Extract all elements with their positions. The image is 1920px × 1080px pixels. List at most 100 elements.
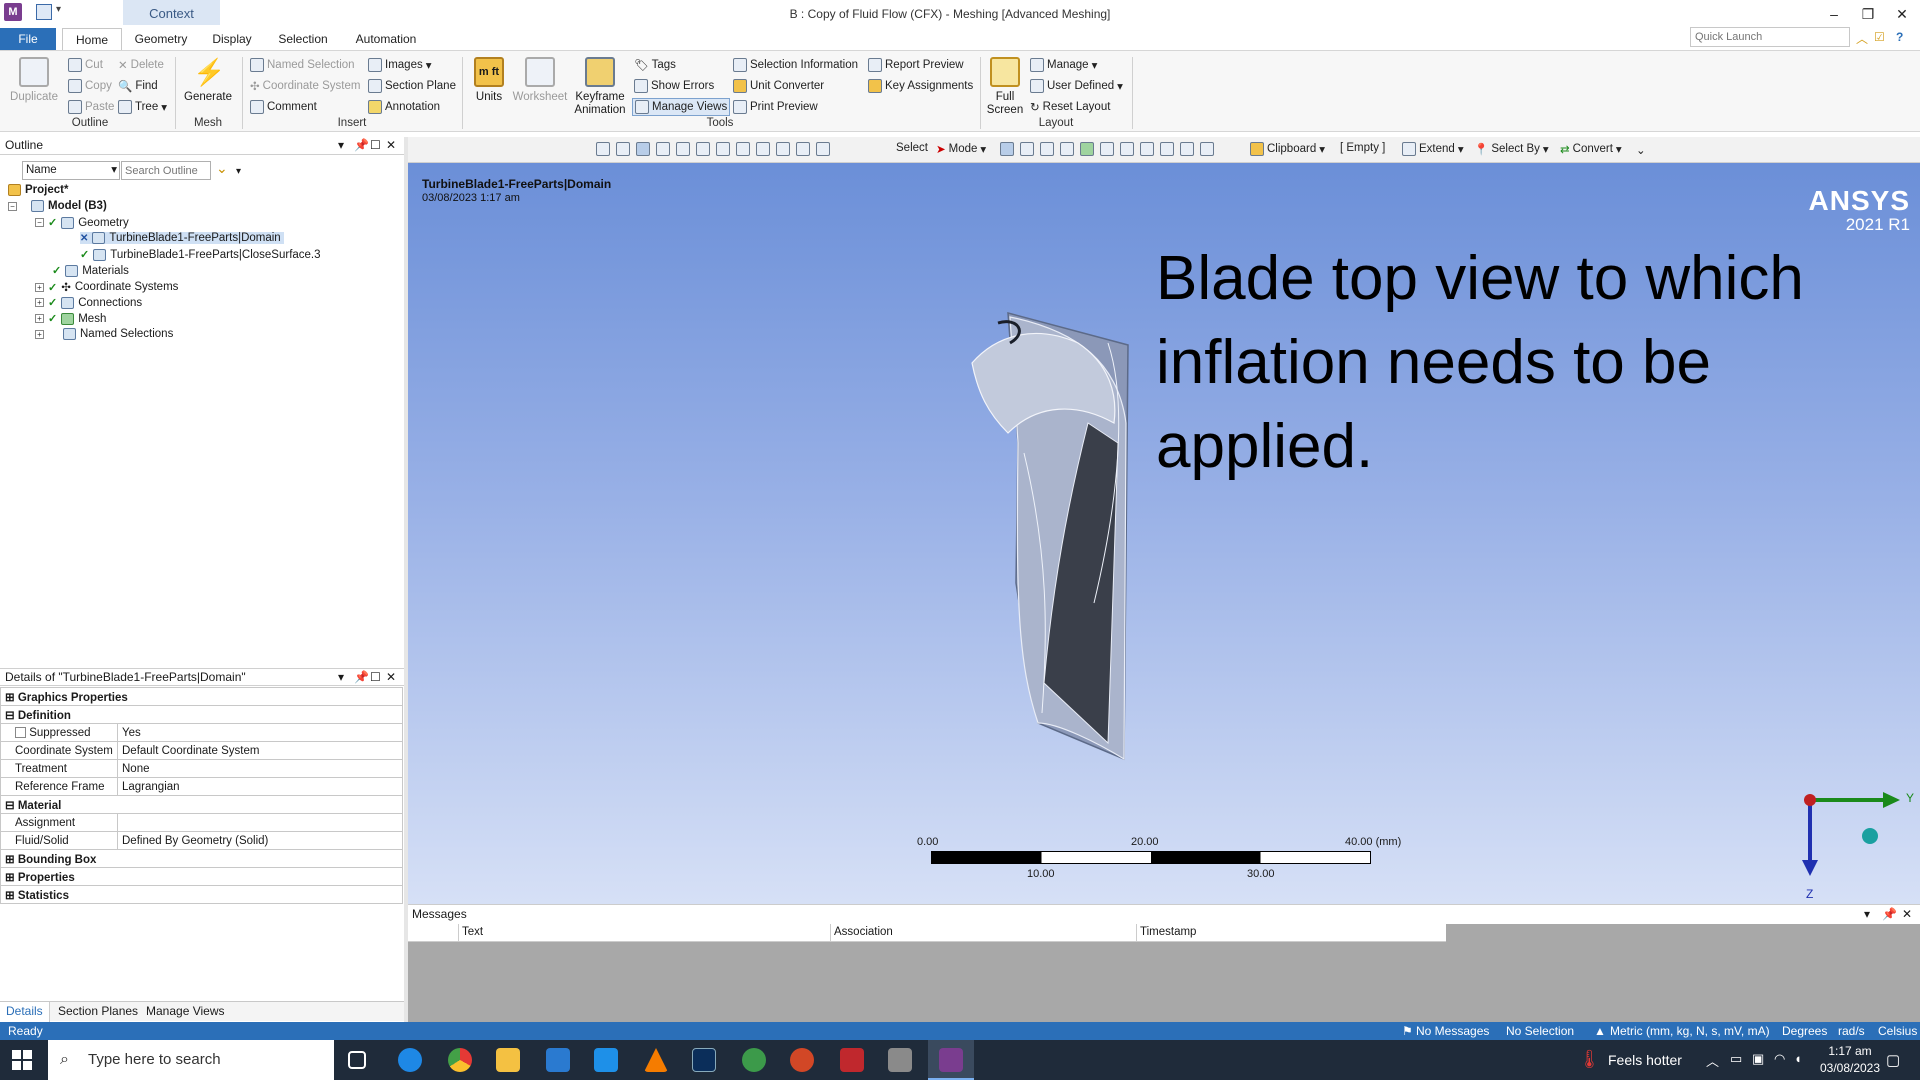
name-filter-select[interactable]: Name ▾: [22, 161, 120, 180]
expand-icon[interactable]: +: [35, 282, 44, 292]
generate-button[interactable]: ⚡ Generate: [182, 57, 234, 104]
look-at-icon[interactable]: [696, 142, 710, 156]
named-selection-button[interactable]: Named Selection: [250, 58, 355, 72]
tab-home[interactable]: Home: [62, 28, 122, 50]
network-icon[interactable]: ▭: [1730, 1051, 1742, 1067]
taskbar-search-box[interactable]: ⌕ Type here to search: [48, 1040, 334, 1080]
pin-icon[interactable]: 📌: [354, 137, 369, 154]
status-units[interactable]: Metric (mm, kg, N, s, mV, mA): [1610, 1022, 1770, 1040]
keyframe-animation-button[interactable]: Keyframe Animation: [570, 57, 630, 117]
volume-icon[interactable]: ◖: [1794, 1051, 1802, 1066]
panel-menu-icon[interactable]: ▾: [338, 669, 344, 686]
delete-button[interactable]: ✕ Delete: [118, 58, 164, 72]
pin-icon[interactable]: 📌: [1882, 905, 1897, 923]
expand-icon[interactable]: +: [35, 298, 44, 307]
tags-button[interactable]: 🏷 Tags: [634, 58, 676, 72]
tab-geometry[interactable]: Geometry: [128, 28, 194, 50]
full-screen-button[interactable]: Full Screen: [984, 57, 1026, 117]
maximize-icon[interactable]: ☐: [370, 669, 381, 686]
details-section-definition[interactable]: ⊟ Definition: [0, 705, 403, 724]
zoom-to-fit-icon[interactable]: [796, 142, 810, 156]
reset-layout-button[interactable]: ↻ Reset Layout: [1030, 100, 1110, 114]
details-section-graphics[interactable]: ⊞ Graphics Properties: [0, 687, 403, 706]
details-value[interactable]: Yes: [117, 723, 403, 742]
vertex-filter-icon[interactable]: [1000, 142, 1014, 156]
tree-node-named-selections[interactable]: + Named Selections: [35, 328, 173, 340]
collapse-icon[interactable]: −: [8, 201, 17, 211]
tree-node-domain[interactable]: ✕ TurbineBlade1-FreeParts|Domain: [80, 232, 284, 244]
select-by-dropdown[interactable]: 📍 Select By ▾: [1474, 142, 1549, 156]
display-style-icon[interactable]: [676, 142, 690, 156]
expand-icon[interactable]: ⊞: [5, 872, 15, 884]
feedback-icon[interactable]: ☑: [1874, 30, 1885, 44]
clock-date[interactable]: 03/08/2023: [1814, 1061, 1886, 1075]
column-association[interactable]: Association: [830, 924, 1136, 941]
solidworks-icon[interactable]: [840, 1048, 864, 1072]
tree-node-project[interactable]: Project*: [8, 184, 68, 196]
details-section-material[interactable]: ⊟ Material: [0, 795, 403, 814]
expand-icon[interactable]: +: [35, 314, 44, 323]
tag-filter-icon[interactable]: [1180, 142, 1194, 156]
selection-information-button[interactable]: Selection Information: [733, 58, 858, 72]
details-row-reference-frame[interactable]: Reference Frame Lagrangian: [0, 777, 403, 796]
powerpoint-icon[interactable]: [790, 1048, 814, 1072]
chevron-down-icon[interactable]: ▾: [236, 166, 241, 177]
select-all-icon[interactable]: [1160, 142, 1174, 156]
file-explorer-icon[interactable]: [496, 1048, 520, 1072]
pin-icon[interactable]: 📌: [354, 669, 369, 686]
display-icon[interactable]: ▣: [1752, 1051, 1764, 1067]
show-errors-button[interactable]: Show Errors: [634, 79, 714, 93]
context-tab[interactable]: Context: [123, 0, 220, 25]
workbench-globe-icon[interactable]: [742, 1048, 766, 1072]
details-value[interactable]: Lagrangian: [117, 777, 403, 796]
annotation-button[interactable]: Annotation: [368, 100, 440, 114]
find-button[interactable]: 🔍 Find: [118, 79, 158, 93]
shaded-icon[interactable]: [656, 142, 670, 156]
save-icon[interactable]: [36, 4, 52, 20]
zoom-in-icon[interactable]: [596, 142, 610, 156]
user-defined-button[interactable]: User Defined ▾: [1030, 79, 1123, 93]
rotate-icon[interactable]: [716, 142, 730, 156]
select-button[interactable]: Select: [896, 142, 928, 154]
mail-icon[interactable]: [594, 1048, 618, 1072]
collapse-icon[interactable]: −: [35, 218, 44, 227]
box-zoom-icon[interactable]: [776, 142, 790, 156]
collapse-icon[interactable]: ⊟: [5, 710, 15, 722]
store-icon[interactable]: [546, 1048, 570, 1072]
tab-details[interactable]: Details: [0, 1002, 50, 1022]
tree-button[interactable]: Tree ▾: [118, 100, 167, 114]
expand-icon[interactable]: ⊞: [5, 692, 15, 704]
toolbar-overflow-icon[interactable]: ⌄: [1636, 143, 1646, 157]
duplicate-button[interactable]: Duplicate: [8, 57, 60, 104]
iso-view-icon[interactable]: [636, 142, 650, 156]
face-filter-icon[interactable]: [1040, 142, 1054, 156]
details-value[interactable]: [117, 813, 403, 832]
checkbox[interactable]: [15, 726, 26, 738]
chevron-up-icon[interactable]: ︿: [1856, 30, 1868, 47]
task-view-icon[interactable]: [348, 1051, 366, 1069]
details-section-properties[interactable]: ⊞ Properties: [0, 867, 403, 886]
tree-node-mesh[interactable]: + ✓ Mesh: [35, 312, 106, 325]
ansys-launcher-icon[interactable]: [692, 1048, 716, 1072]
minimize-button[interactable]: –: [1822, 4, 1846, 24]
collapse-icon[interactable]: ⊟: [5, 800, 15, 812]
close-icon[interactable]: ✕: [386, 137, 396, 154]
convert-dropdown[interactable]: ⇄ Convert ▾: [1560, 142, 1622, 156]
comment-button[interactable]: Comment: [250, 100, 317, 114]
body-filter-icon[interactable]: [1060, 142, 1074, 156]
notification-icon[interactable]: ▢: [1886, 1051, 1900, 1069]
clock-time[interactable]: 1:17 am: [1814, 1044, 1886, 1058]
details-section-bounding-box[interactable]: ⊞ Bounding Box: [0, 849, 403, 868]
workbench-icon[interactable]: [888, 1048, 912, 1072]
expand-icon[interactable]: ⊞: [5, 854, 15, 866]
details-value[interactable]: Defined By Geometry (Solid): [117, 831, 403, 850]
tab-automation[interactable]: Automation: [346, 28, 426, 50]
meshing-taskbar-button[interactable]: [928, 1040, 974, 1080]
extend-dropdown[interactable]: Extend ▾: [1402, 142, 1464, 156]
zoom-out-icon[interactable]: [616, 142, 630, 156]
status-rads[interactable]: rad/s: [1838, 1022, 1865, 1040]
details-value[interactable]: None: [117, 759, 403, 778]
units-button[interactable]: m ft Units: [466, 57, 512, 104]
mesh-select-icon[interactable]: [1140, 142, 1154, 156]
blade-model[interactable]: [958, 303, 1198, 763]
